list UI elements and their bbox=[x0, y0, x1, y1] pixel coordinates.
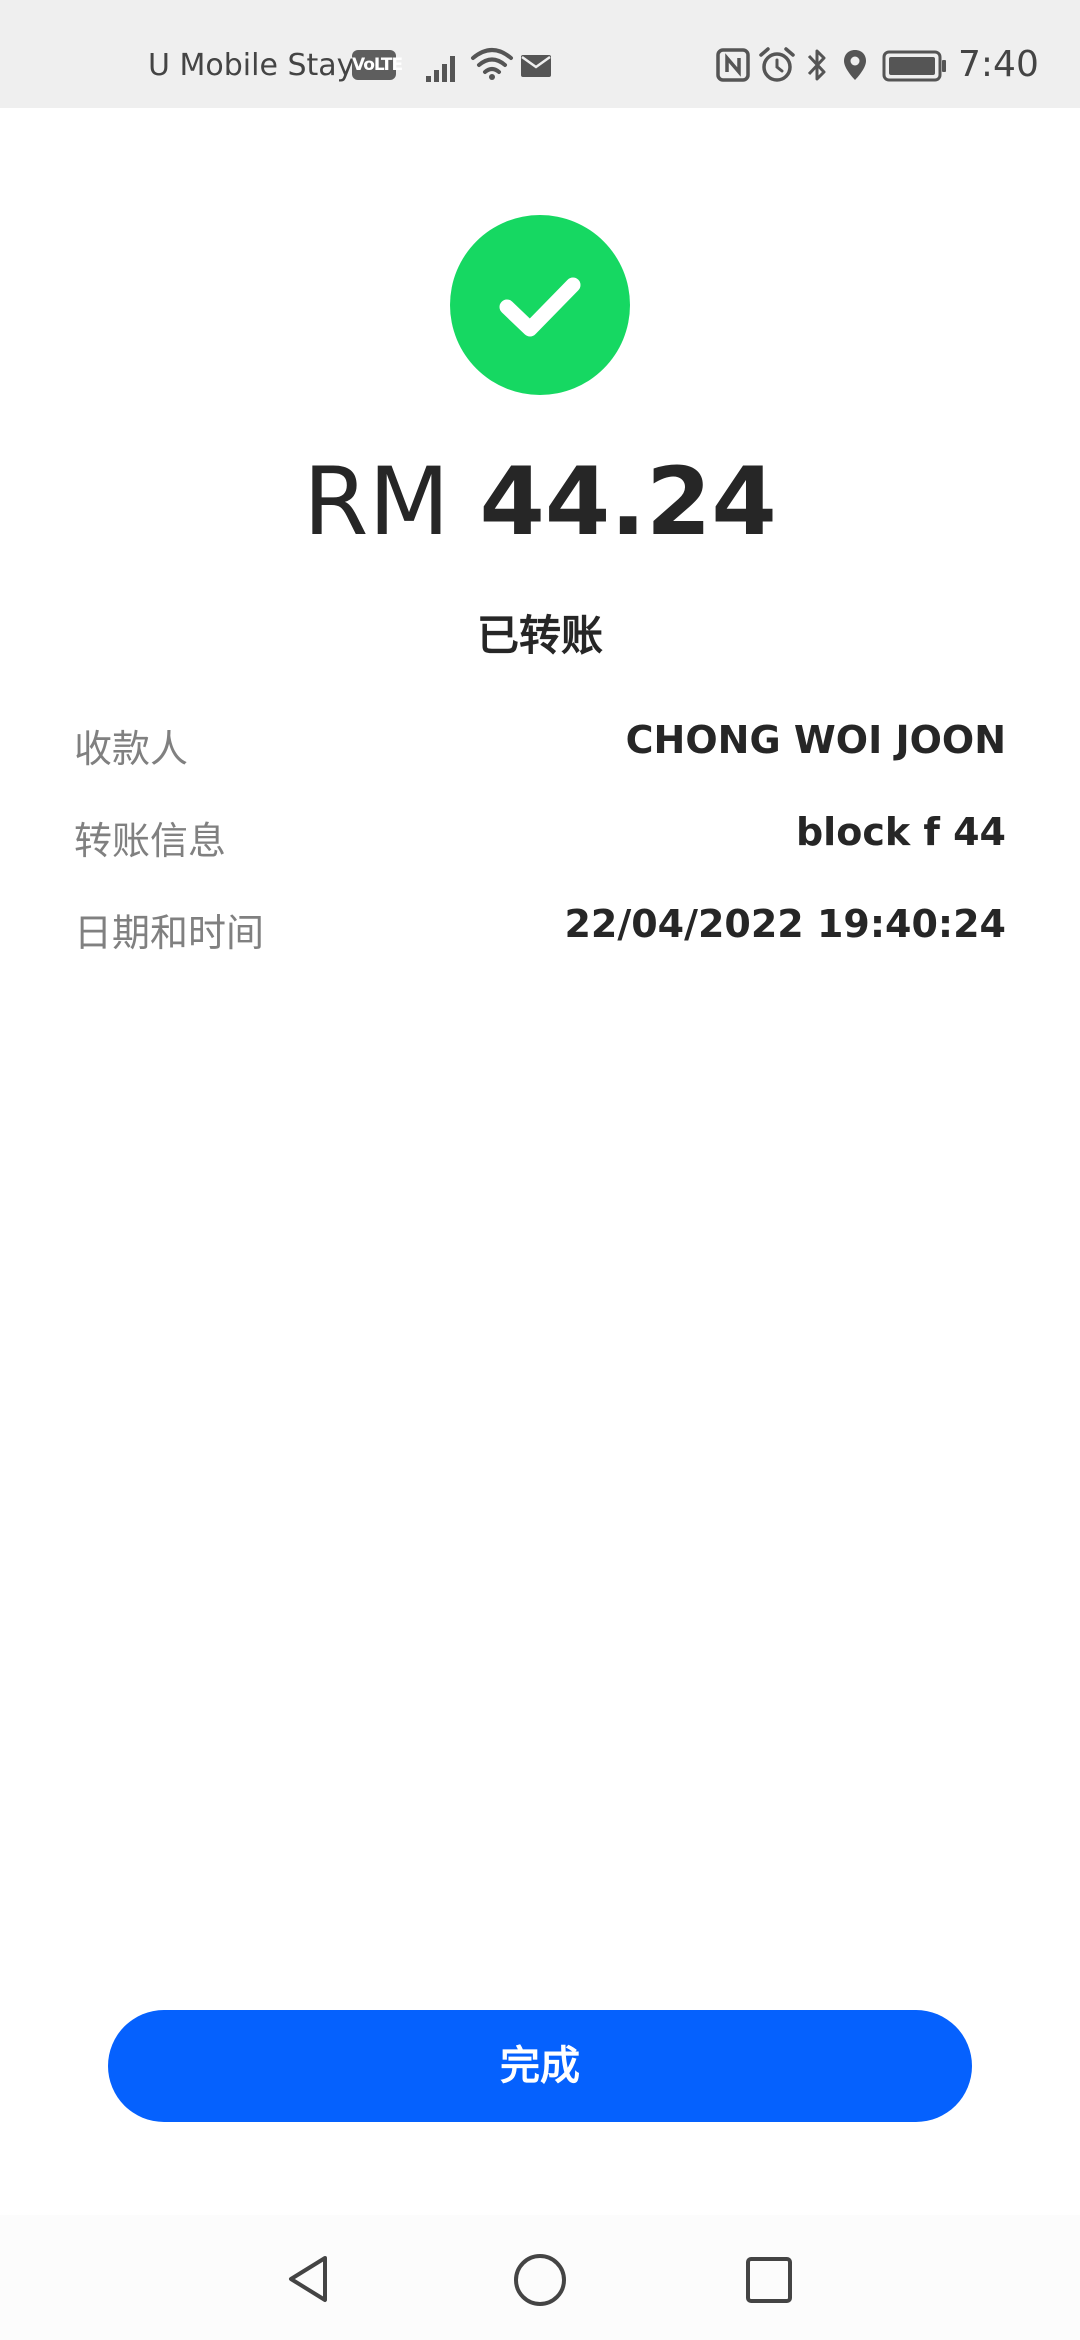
back-icon[interactable] bbox=[284, 2253, 332, 2305]
done-button[interactable]: 完成 bbox=[108, 2010, 972, 2122]
navigation-bar bbox=[0, 2215, 1080, 2340]
success-badge bbox=[450, 215, 630, 395]
detail-label: 日期和时间 bbox=[74, 911, 265, 955]
battery-icon bbox=[882, 50, 946, 82]
detail-row-reference: 转账信息 block f 44 bbox=[74, 802, 1006, 863]
carrier-name: U Mobile Stay... bbox=[148, 48, 379, 83]
home-icon[interactable] bbox=[512, 2252, 568, 2308]
detail-row-recipient: 收款人 CHONG WOI JOON bbox=[74, 710, 1006, 771]
volte-icon: VoLTE bbox=[352, 50, 403, 80]
status-time: 7:40 bbox=[958, 44, 1039, 85]
mail-icon bbox=[521, 55, 551, 77]
detail-label: 转账信息 bbox=[74, 819, 227, 863]
detail-row-datetime: 日期和时间 22/04/2022 19:40:24 bbox=[74, 894, 1006, 955]
location-icon bbox=[844, 50, 866, 80]
detail-value: block f 44 bbox=[795, 810, 1006, 854]
detail-value: 22/04/2022 19:40:24 bbox=[564, 902, 1006, 946]
currency-label: RM bbox=[303, 448, 450, 557]
detail-value: CHONG WOI JOON bbox=[625, 718, 1006, 762]
detail-label: 收款人 bbox=[74, 727, 189, 771]
nfc-icon bbox=[716, 48, 750, 82]
check-icon bbox=[499, 277, 581, 337]
bluetooth-icon bbox=[807, 49, 826, 81]
transfer-amount: RM 44.24 bbox=[0, 448, 1080, 558]
alarm-icon bbox=[759, 47, 795, 82]
wifi-icon bbox=[471, 48, 513, 80]
transfer-status: 已转账 bbox=[476, 611, 603, 660]
amount-value: 44.24 bbox=[479, 448, 777, 557]
status-bar: U Mobile Stay... VoLTE 7:40 bbox=[0, 0, 1080, 108]
signal-icon bbox=[426, 56, 455, 82]
recents-icon[interactable] bbox=[744, 2255, 794, 2305]
